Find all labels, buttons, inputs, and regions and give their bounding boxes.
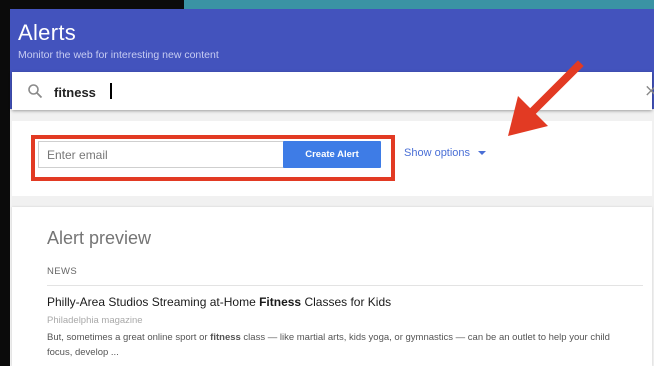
page-title: Alerts	[18, 20, 77, 45]
show-options-label: Show options	[404, 147, 471, 159]
article-source: Philadelphia magazine	[47, 315, 143, 326]
annotation-highlight-box	[31, 135, 395, 181]
search-bar[interactable]: ×	[12, 72, 654, 110]
divider	[47, 285, 643, 286]
article-snippet: But, sometimes a great online sport or f…	[47, 330, 637, 360]
snippet-keyword: fitness	[210, 332, 241, 343]
search-input[interactable]	[54, 81, 574, 103]
section-label-news: NEWS	[47, 266, 78, 277]
text-cursor	[110, 83, 112, 99]
search-icon	[28, 84, 43, 99]
snippet-start: But, sometimes a great online sport or	[47, 332, 211, 343]
page-subtitle: Monitor the web for interesting new cont…	[18, 49, 219, 61]
preview-title: Alert preview	[47, 228, 152, 248]
close-icon[interactable]: ×	[644, 81, 654, 101]
article-title-link[interactable]: Philly-Area Studios Streaming at-Home Fi…	[47, 295, 391, 309]
chevron-down-icon	[478, 151, 487, 156]
article-title-start: Philly-Area Studios Streaming at-Home	[47, 295, 260, 309]
browser-tab-strip	[184, 0, 654, 9]
article-title-end: Classes for Kids	[301, 295, 392, 309]
article-title-keyword: Fitness	[259, 295, 302, 309]
show-options-link[interactable]: Show options	[404, 147, 487, 159]
